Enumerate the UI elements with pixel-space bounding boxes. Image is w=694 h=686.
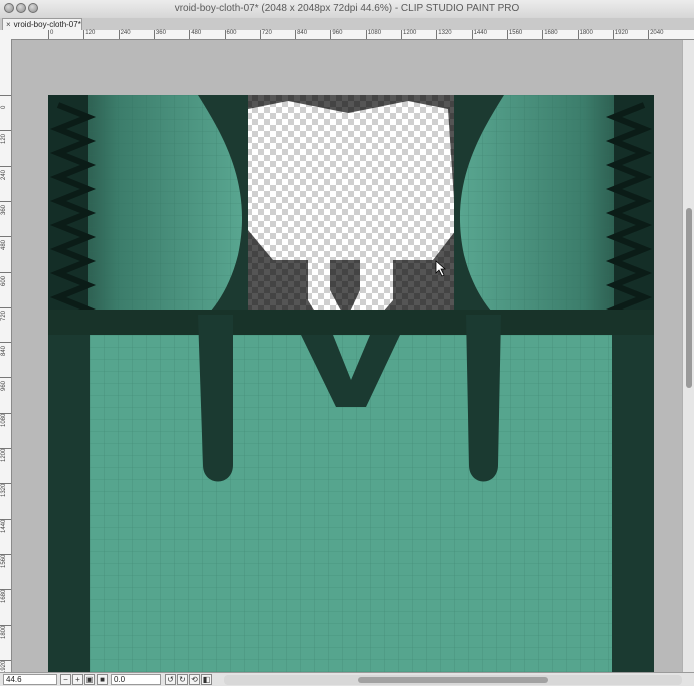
title-bar[interactable]: vroid-boy-cloth-07* (2048 x 2048px 72dpi… [0,0,694,19]
ruler-label: 1440 [1,519,7,533]
ruler-label: 1200 [403,30,417,36]
ruler-label: 240 [1,169,7,180]
vertical-scroll-thumb[interactable] [686,208,692,388]
document-tab[interactable]: × vroid-boy-cloth-07* [2,18,82,30]
ruler-tick [118,30,120,39]
fit-icon[interactable]: ▣ [84,674,95,685]
ruler-tick [189,30,191,39]
horizontal-ruler: 0 120 240 360 480 600 720 840 960 1080 1200 1320 144… [0,30,694,40]
ruler-tick [401,30,402,39]
ruler-label: 1680 [1,589,7,604]
collar-panel [248,101,456,260]
zoom-in-icon[interactable]: + [72,674,83,685]
ruler-tick [0,377,11,379]
app-window: vroid-boy-cloth-07* (2048 x 2048px 72dpi… [0,0,694,686]
horizontal-scroll-thumb[interactable] [358,677,548,683]
ruler-tick [0,130,11,132]
document-canvas[interactable] [48,95,654,672]
ruler-tick [83,30,85,39]
ruler-label: 960 [1,381,7,392]
ruler-tick [436,30,438,39]
vertical-ruler: 0 120 240 360 480 600 720 840 960 1080 1200 1320 144… [0,39,12,674]
ruler-tick [542,30,544,39]
ruler-tick [0,236,11,238]
ruler-tick [224,30,226,39]
ruler-label: 1680 [544,30,558,36]
zoom-field[interactable]: 44.6 [3,674,57,685]
ruler-label: 360 [155,30,166,36]
ruler-label: 240 [120,30,131,36]
ruler-tick [330,30,332,39]
ruler-label: 1320 [1,483,7,498]
ruler-tick [471,30,473,39]
vertical-scrollbar[interactable] [682,40,694,672]
ruler-label: 1320 [438,30,452,36]
status-bar: 44.6 − + ▣ ■ 0.0 ↺ ↻ ⟲ ◧ [0,672,694,686]
tab-close-icon[interactable]: × [6,20,11,29]
rotate-right-icon[interactable]: ↻ [177,674,188,685]
ruler-tick [0,200,11,202]
rotate-left-icon[interactable]: ↺ [165,674,176,685]
ruler-label: 1800 [1,625,7,639]
ruler-label: 360 [1,204,7,215]
flip-icon[interactable]: ◧ [201,674,212,685]
ruler-label: 480 [191,30,202,36]
window-title: vroid-boy-cloth-07* (2048 x 2048px 72dpi… [174,3,520,14]
horizontal-scrollbar[interactable] [224,675,682,685]
ruler-label: 1440 [473,30,487,36]
ruler-label: 1920 [614,30,629,36]
ruler-tick [153,30,155,39]
actual-size-icon[interactable]: ■ [97,674,108,685]
zoom-out-icon[interactable]: − [60,674,71,685]
ruler-label: 1560 [508,30,523,36]
ruler-label: 840 [297,30,308,36]
ruler-label: 960 [332,30,343,36]
left-sleeve [48,95,248,325]
ruler-label: 1080 [367,30,382,36]
ruler-label: 600 [226,30,237,36]
ruler-label: 600 [1,275,7,286]
ruler-label: 480 [1,240,7,251]
ruler-label: 840 [1,346,7,357]
ruler-tick [0,165,11,167]
ruler-label: 120 [85,30,96,36]
torso-panel [48,315,654,672]
ruler-tick [365,30,367,39]
ruler-tick [648,30,650,39]
ruler-label: 0 [50,30,54,36]
reset-icon[interactable]: ⟲ [189,674,200,685]
ruler-tick [577,30,579,39]
ruler-label: 720 [261,30,272,36]
rotation-angle-field[interactable]: 0.0 [111,674,161,685]
ruler-label: 0 [1,105,7,109]
ruler-tick [48,30,49,39]
ruler-label: 1560 [1,554,7,568]
ruler-tick [612,30,614,39]
ruler-tick [0,306,11,308]
ruler-tick [295,30,297,39]
ruler-label: 720 [1,310,7,321]
ruler-label: 2040 [650,30,664,36]
ruler-tick [0,271,11,273]
ruler-tick [0,95,11,96]
ruler-label: 1800 [579,30,593,36]
ruler-label: 120 [1,134,7,145]
ruler-label: 1200 [1,448,7,462]
canvas-area[interactable] [12,40,682,672]
tab-label: vroid-boy-cloth-07* [13,20,81,29]
ruler-tick [259,30,261,39]
right-sleeve [454,95,654,325]
ruler-label: 1080 [1,413,7,427]
ruler-tick [506,30,508,39]
ruler-tick [0,342,11,344]
